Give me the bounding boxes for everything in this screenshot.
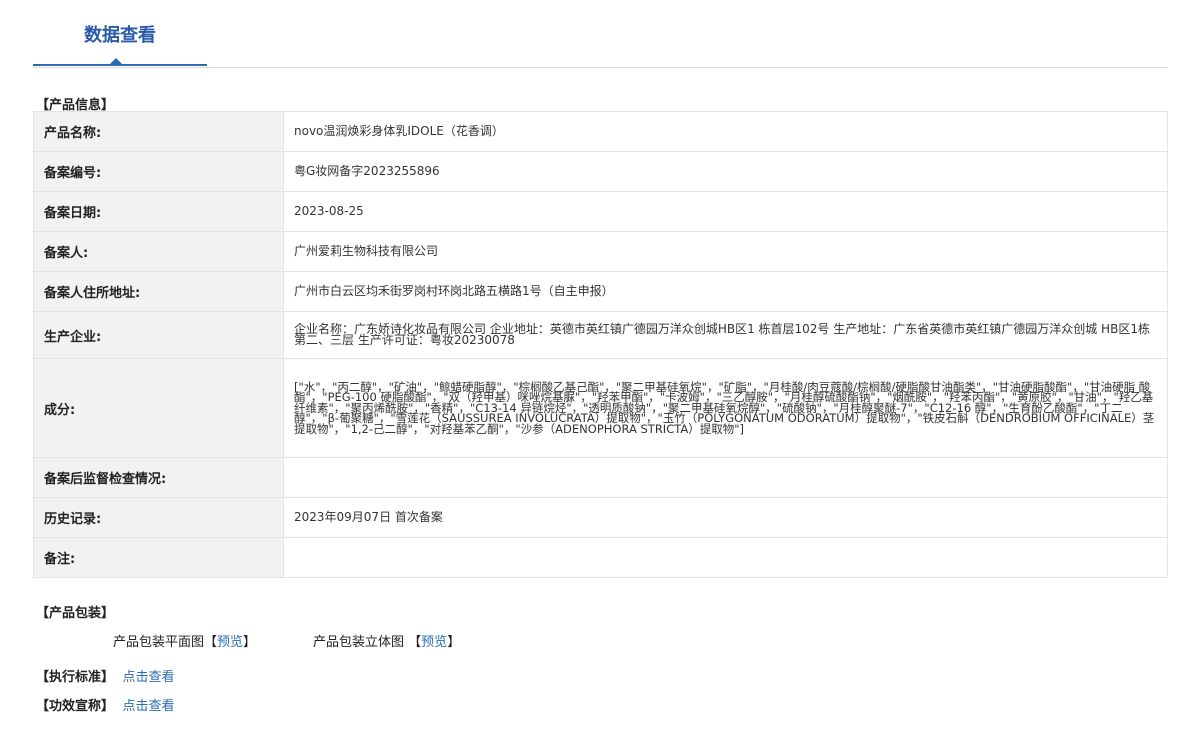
table-row: 备案编号: 粤G妆网备字2023255896 bbox=[33, 151, 1168, 192]
row-label: 备案编号: bbox=[33, 151, 284, 192]
bracket-close: 】 bbox=[243, 635, 257, 650]
packaging-title: 【产品包装】 bbox=[36, 606, 115, 621]
row-value: 2023-08-25 bbox=[283, 191, 1168, 232]
packaging-stereo: 产品包装立体图 【预览】 bbox=[313, 631, 460, 650]
row-value: ["水"，"丙二醇"，"矿油"，"鲸蜡硬脂醇"，"棕榈酸乙基己酯"，"聚二甲基硅… bbox=[283, 358, 1168, 458]
row-value: 企业名称：广东娇诗化妆品有限公司 企业地址：英德市英红镇广德园万洋众创城HB区1… bbox=[283, 311, 1168, 359]
product-info-table: 产品名称: novo温润焕彩身体乳IDOLE（花香调） 备案编号: 粤G妆网备字… bbox=[33, 111, 1168, 578]
row-value: 2023年09月07日 首次备案 bbox=[283, 497, 1168, 538]
row-label: 历史记录: bbox=[33, 497, 284, 538]
row-label: 备案后监督检查情况: bbox=[33, 457, 284, 498]
row-value: 广州爱莉生物科技有限公司 bbox=[283, 231, 1168, 272]
efficacy-title: 【功效宣称】 bbox=[36, 699, 115, 714]
row-value: novo温润焕彩身体乳IDOLE（花香调） bbox=[283, 111, 1168, 152]
table-row: 生产企业: 企业名称：广东娇诗化妆品有限公司 企业地址：英德市英红镇广德园万洋众… bbox=[33, 311, 1168, 359]
bracket-open: 【 bbox=[408, 635, 422, 650]
table-row: 产品名称: novo温润焕彩身体乳IDOLE（花香调） bbox=[33, 111, 1168, 152]
row-value bbox=[283, 537, 1168, 578]
table-row: 备注: bbox=[33, 537, 1168, 578]
tab-data-view-label: 数据查看 bbox=[84, 25, 156, 46]
table-row: 历史记录: 2023年09月07日 首次备案 bbox=[33, 497, 1168, 538]
tab-bar: 数据查看 bbox=[33, 0, 1168, 68]
row-label: 生产企业: bbox=[33, 311, 284, 359]
packaging-stereo-preview-link[interactable]: 预览 bbox=[421, 635, 447, 650]
efficacy-section: 【功效宣称】 点击查看 bbox=[36, 695, 175, 714]
row-value: 粤G妆网备字2023255896 bbox=[283, 151, 1168, 192]
standard-section: 【执行标准】 点击查看 bbox=[36, 666, 175, 685]
table-row: 成分: ["水"，"丙二醇"，"矿油"，"鲸蜡硬脂醇"，"棕榈酸乙基己酯"，"聚… bbox=[33, 358, 1168, 458]
tab-data-view[interactable]: 数据查看 bbox=[33, 0, 207, 66]
bracket-close: 】 bbox=[447, 635, 461, 650]
standard-view-link[interactable]: 点击查看 bbox=[123, 670, 175, 685]
row-label: 备案日期: bbox=[33, 191, 284, 232]
standard-title: 【执行标准】 bbox=[36, 670, 115, 685]
packaging-flat-preview-link[interactable]: 预览 bbox=[217, 635, 243, 650]
table-row: 备案人: 广州爱莉生物科技有限公司 bbox=[33, 231, 1168, 272]
active-tab-caret-icon bbox=[109, 58, 123, 65]
row-label: 成分: bbox=[33, 358, 284, 458]
row-label: 备案人住所地址: bbox=[33, 271, 284, 312]
packaging-stereo-label: 产品包装立体图 bbox=[313, 635, 405, 650]
row-label: 产品名称: bbox=[33, 111, 284, 152]
bracket-open: 【 bbox=[204, 635, 218, 650]
packaging-flat-label: 产品包装平面图 bbox=[113, 635, 205, 650]
efficacy-view-link[interactable]: 点击查看 bbox=[123, 699, 175, 714]
packaging-flat: 产品包装平面图【预览】 bbox=[113, 631, 256, 650]
row-label: 备注: bbox=[33, 537, 284, 578]
table-row: 备案日期: 2023-08-25 bbox=[33, 191, 1168, 232]
table-row: 备案人住所地址: 广州市白云区均禾街罗岗村环岗北路五横路1号（自主申报） bbox=[33, 271, 1168, 312]
table-row: 备案后监督检查情况: bbox=[33, 457, 1168, 498]
row-label: 备案人: bbox=[33, 231, 284, 272]
row-value: 广州市白云区均禾街罗岗村环岗北路五横路1号（自主申报） bbox=[283, 271, 1168, 312]
row-value bbox=[283, 457, 1168, 498]
